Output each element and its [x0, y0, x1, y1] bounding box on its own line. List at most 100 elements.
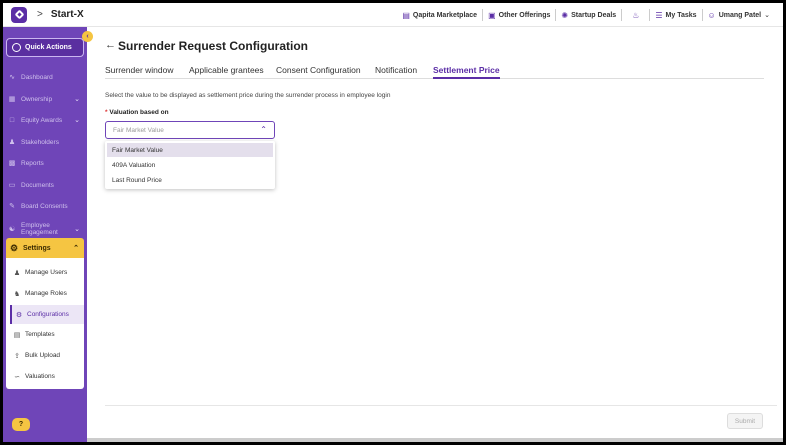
- gear-icon: ⚙: [15, 311, 23, 319]
- collapse-sidebar-button[interactable]: ‹: [82, 31, 93, 42]
- chevron-right-icon: >: [37, 9, 43, 20]
- valuations-icon: ∽: [14, 373, 20, 381]
- user-menu[interactable]: ☺ Umang Patel ⌄: [701, 9, 775, 21]
- templates-icon: ▤: [13, 331, 21, 339]
- quick-actions-button[interactable]: Quick Actions: [6, 38, 84, 57]
- app-window: > Start-X ▤ Qapita Marketplace ▣ Other O…: [3, 3, 783, 442]
- sidebar-subitem-label: Valuations: [25, 373, 55, 380]
- chevron-down-icon: ⌄: [74, 225, 80, 233]
- tab-surrender-window[interactable]: Surrender window: [105, 65, 174, 79]
- employee-engagement-icon: ☯: [8, 225, 16, 233]
- dropdown-option-last-round-price[interactable]: Last Round Price: [107, 173, 273, 187]
- top-nav-label: Qapita Marketplace: [412, 11, 478, 19]
- sidebar-item-label: Equity Awards: [21, 116, 63, 124]
- upload-icon: ⇪: [14, 352, 20, 360]
- clipboard-icon: ☰: [655, 10, 663, 20]
- sidebar-subitem-label: Configurations: [27, 311, 69, 318]
- page-title: Surrender Request Configuration: [118, 39, 309, 53]
- quick-actions-icon: [12, 43, 21, 52]
- sidebar: ‹ Quick Actions ∿ Dashboard ▦ Ownership …: [3, 27, 93, 442]
- chevron-up-icon: ⌃: [260, 125, 267, 134]
- footer-bar: Submit: [105, 405, 777, 442]
- sidebar-subitem-label: Manage Roles: [25, 290, 67, 297]
- chevron-down-icon: ⌄: [74, 96, 80, 103]
- top-nav-other-offerings[interactable]: ▣ Other Offerings: [482, 9, 555, 21]
- top-nav-marketplace[interactable]: ▤ Qapita Marketplace: [397, 9, 482, 21]
- required-marker: *: [105, 109, 108, 116]
- rocket-icon: ✺: [561, 10, 569, 20]
- main-content: ← Surrender Request Configuration Surren…: [87, 27, 783, 442]
- top-nav-my-tasks[interactable]: ☰ My Tasks: [649, 9, 701, 21]
- tab-settlement-price[interactable]: Settlement Price: [433, 65, 500, 79]
- sidebar-item-label: Board Consents: [21, 202, 68, 210]
- valuation-field-label: * Valuation based on: [105, 109, 169, 116]
- top-nav: ▤ Qapita Marketplace ▣ Other Offerings ✺…: [397, 3, 775, 27]
- sidebar-item-reports[interactable]: ▩ Reports: [8, 156, 84, 170]
- sidebar-item-dashboard[interactable]: ∿ Dashboard: [8, 70, 84, 84]
- top-nav-label: My Tasks: [665, 11, 697, 19]
- sidebar-item-employee-engagement[interactable]: ☯ Employee Engagement ⌄: [8, 220, 84, 238]
- gift-icon: ▣: [488, 10, 496, 20]
- users-icon: ♟: [13, 269, 21, 277]
- sidebar-item-label: Ownership: [21, 95, 53, 103]
- horizontal-scrollbar[interactable]: [87, 438, 783, 442]
- valuation-select-placeholder: Fair Market Value: [113, 126, 164, 134]
- dropdown-option-fair-market-value[interactable]: Fair Market Value: [107, 143, 273, 157]
- notifications-button[interactable]: ♨: [621, 9, 649, 21]
- reports-icon: ▩: [8, 160, 16, 167]
- sidebar-item-label: Reports: [21, 159, 44, 167]
- sidebar-subitem-configurations[interactable]: ⚙ Configurations: [10, 305, 84, 324]
- company-name[interactable]: Start-X: [51, 9, 84, 20]
- valuation-select[interactable]: Fair Market Value ⌃: [105, 121, 275, 139]
- help-icon: ?: [18, 421, 24, 428]
- sidebar-subitem-label: Bulk Upload: [25, 352, 61, 359]
- sidebar-item-board-consents[interactable]: ✎ Board Consents: [8, 199, 84, 213]
- sidebar-subitem-bulk-upload[interactable]: ⇪ Bulk Upload: [10, 346, 84, 365]
- valuation-field-label-text: Valuation based on: [109, 109, 169, 116]
- sidebar-item-equity-awards[interactable]: □ Equity Awards ⌄: [8, 113, 84, 127]
- sidebar-subitem-label: Templates: [25, 331, 55, 338]
- quick-actions-label: Quick Actions: [25, 44, 72, 51]
- top-nav-label: Startup Deals: [571, 11, 617, 19]
- top-bar: > Start-X ▤ Qapita Marketplace ▣ Other O…: [3, 3, 783, 27]
- board-consents-icon: ✎: [9, 203, 15, 210]
- sidebar-item-documents[interactable]: ▭ Documents: [8, 178, 84, 192]
- chart-icon: ▤: [402, 10, 410, 20]
- equity-awards-icon: □: [9, 116, 15, 124]
- help-button[interactable]: ?: [12, 418, 30, 431]
- chevron-down-icon: ⌄: [764, 12, 770, 19]
- back-arrow-icon[interactable]: ←: [105, 39, 116, 51]
- user-icon: ☺: [707, 10, 716, 20]
- chevron-down-icon: ⌄: [74, 117, 80, 124]
- sidebar-subitem-manage-roles[interactable]: ♞ Manage Roles: [10, 284, 84, 303]
- app-logo-icon[interactable]: [11, 6, 27, 23]
- sidebar-subitem-valuations[interactable]: ∽ Valuations: [10, 367, 84, 386]
- sidebar-subitem-templates[interactable]: ▤ Templates: [10, 325, 84, 344]
- user-name: Umang Patel: [718, 11, 762, 19]
- tab-consent-configuration[interactable]: Consent Configuration: [276, 65, 361, 79]
- dashboard-icon: ∿: [9, 74, 15, 81]
- settings-submenu: ♟ Manage Users ♞ Manage Roles ⚙ Configur…: [6, 258, 84, 389]
- ownership-icon: ▦: [8, 96, 16, 103]
- sidebar-item-settings[interactable]: ⚙ Settings ⌃: [6, 238, 84, 258]
- sidebar-item-stakeholders[interactable]: ♟ Stakeholders: [8, 135, 84, 149]
- sidebar-item-label: Stakeholders: [21, 138, 59, 146]
- top-nav-startup-deals[interactable]: ✺ Startup Deals: [555, 9, 621, 21]
- bell-icon: ♨: [632, 10, 640, 20]
- sidebar-subitem-manage-users[interactable]: ♟ Manage Users: [10, 263, 84, 282]
- dropdown-option-409a-valuation[interactable]: 409A Valuation: [107, 158, 273, 172]
- roles-icon: ♞: [13, 290, 21, 298]
- sidebar-item-label: Employee Engagement: [21, 222, 58, 236]
- tab-applicable-grantees[interactable]: Applicable grantees: [189, 65, 264, 79]
- sidebar-item-label: Dashboard: [21, 73, 53, 81]
- settlement-description: Select the value to be displayed as sett…: [105, 92, 391, 99]
- stakeholders-icon: ♟: [8, 139, 16, 146]
- valuation-dropdown: Fair Market Value 409A Valuation Last Ro…: [105, 141, 275, 189]
- gear-icon: ⚙: [10, 242, 19, 253]
- sidebar-item-label: Documents: [21, 181, 54, 189]
- submit-button[interactable]: Submit: [727, 413, 763, 429]
- documents-icon: ▭: [8, 182, 16, 189]
- tab-notification[interactable]: Notification: [375, 65, 417, 79]
- sidebar-item-ownership[interactable]: ▦ Ownership ⌄: [8, 92, 84, 106]
- chevron-up-icon: ⌃: [73, 245, 79, 252]
